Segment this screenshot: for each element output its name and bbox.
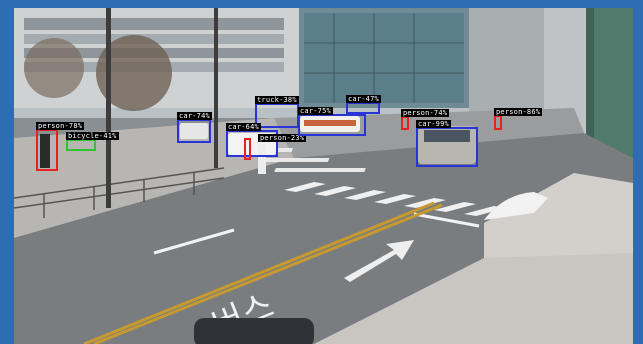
detection-label: person-78%	[36, 122, 85, 130]
detection-box-person: person-86%	[494, 108, 543, 130]
street-scene-photo: 버스 person-78% bicycle-41% car-74% truck-…	[14, 8, 633, 344]
detection-box-person: person-23%	[244, 134, 307, 160]
detection-label: person-74%	[401, 109, 450, 117]
detection-label: truck-38%	[255, 96, 299, 104]
detection-label: car-64%	[226, 123, 261, 131]
detection-label: car-99%	[416, 120, 451, 128]
detection-box-truck: truck-38%	[255, 96, 299, 128]
detection-box-person: person-78%	[36, 122, 85, 171]
detection-label: bicycle-41%	[66, 132, 119, 140]
street-scene-illustration: 버스	[14, 8, 633, 344]
detection-box-car: car-99%	[416, 120, 478, 167]
detection-box-person: person-74%	[401, 109, 450, 130]
detection-label: car-47%	[346, 95, 381, 103]
detection-label: car-75%	[298, 107, 333, 115]
detection-box-car: car-74%	[177, 112, 212, 143]
detection-box-car: car-47%	[346, 95, 381, 114]
detection-box-car: car-75%	[298, 107, 366, 136]
detection-label: car-74%	[177, 112, 212, 120]
image-frame: 버스 person-78% bicycle-41% car-74% truck-…	[0, 0, 643, 344]
detection-label: person-86%	[494, 108, 543, 116]
detection-box-bicycle: bicycle-41%	[66, 132, 119, 151]
